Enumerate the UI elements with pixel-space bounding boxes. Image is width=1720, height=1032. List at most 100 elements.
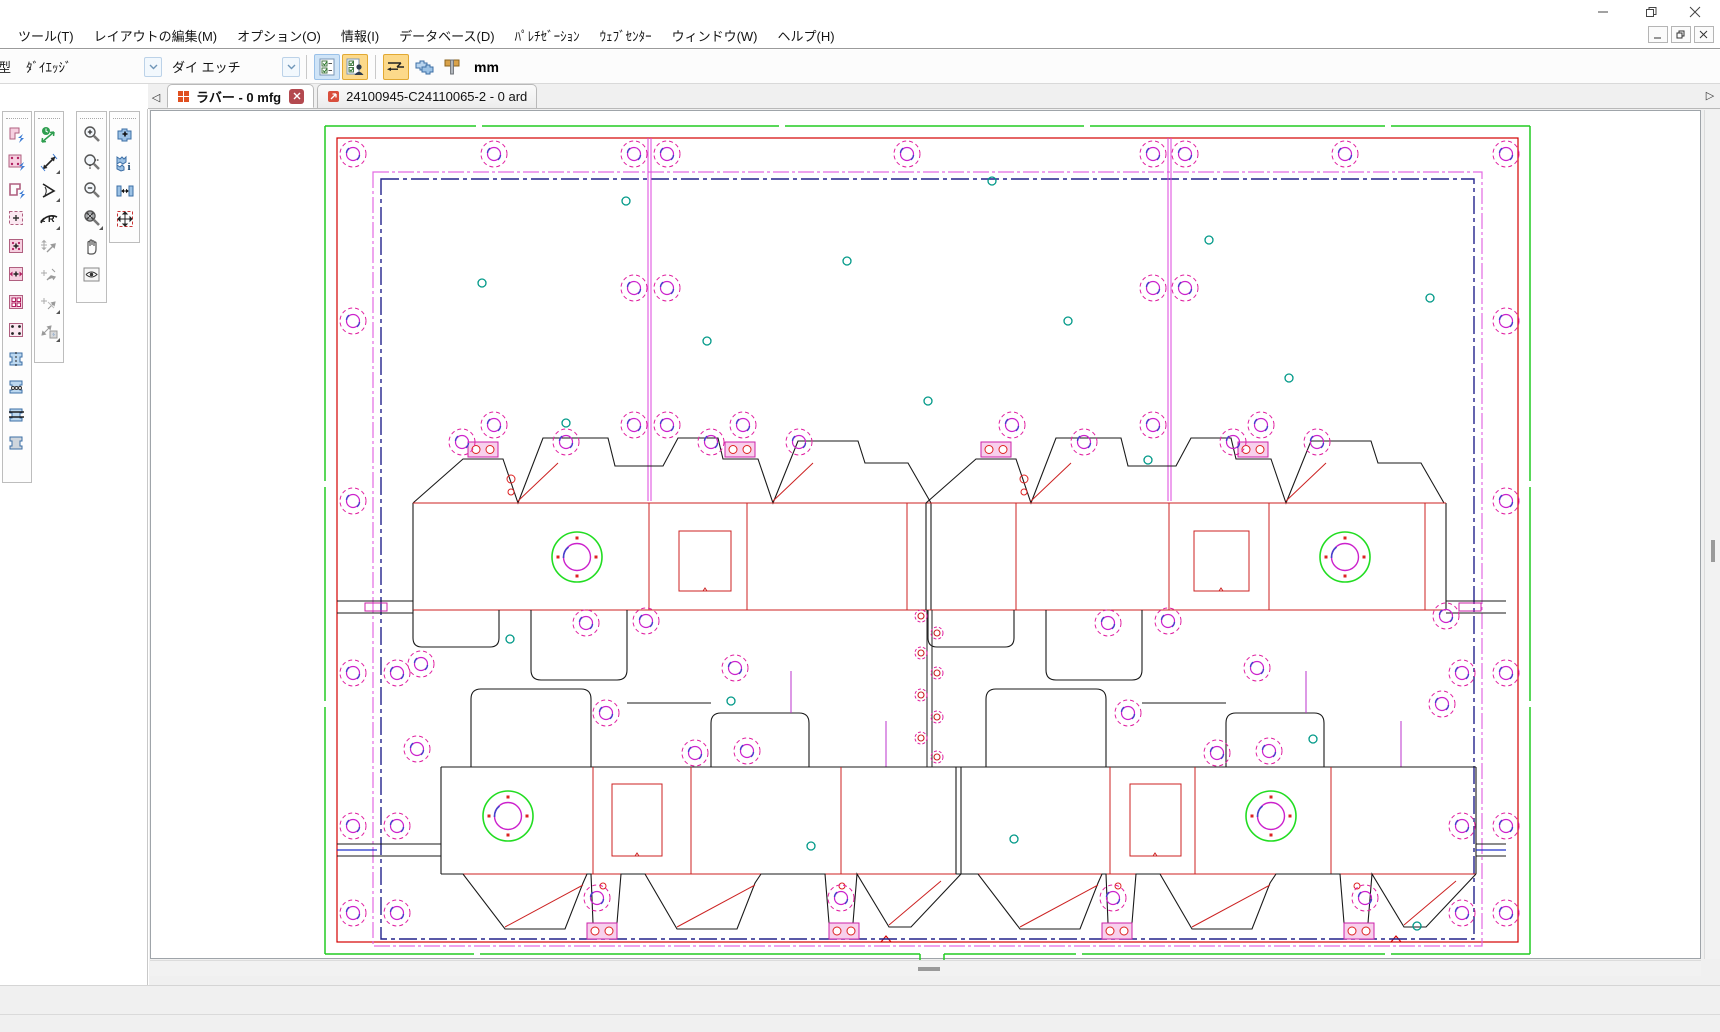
rubber-add-piece-tool[interactable] — [4, 233, 30, 260]
layer-checklist-button[interactable] — [314, 54, 340, 80]
palette-grip[interactable] — [80, 113, 103, 119]
measure-angle-tool[interactable] — [36, 177, 62, 204]
application-window: ツール(T) レイアウトの編集(M) オプション(O) 情報(I) データベース… — [0, 0, 1720, 1032]
move-point-tool[interactable] — [36, 233, 62, 260]
redraw-tool[interactable] — [79, 261, 105, 288]
menu-edit-layout[interactable]: レイアウトの編集(M) — [84, 23, 228, 48]
zoom-options-tool[interactable] — [79, 149, 105, 176]
move-layout-tool[interactable] — [112, 205, 138, 232]
margin-frame-pink — [373, 172, 1482, 946]
measure-tools-palette: R — [34, 111, 64, 363]
horizontal-scroll-strip[interactable] — [150, 960, 1701, 976]
clipped-label: 型 — [0, 57, 12, 76]
restore-icon — [1645, 6, 1657, 18]
counter-direction-button[interactable] — [383, 54, 409, 80]
window-close-button[interactable] — [1678, 2, 1712, 21]
rubber-tile-tool[interactable] — [4, 289, 30, 316]
layout-tools-palette: i — [109, 111, 140, 243]
die-board-outline — [337, 138, 1518, 942]
menu-database[interactable]: データベース(D) — [389, 23, 504, 48]
toolbar-separator — [306, 55, 307, 79]
flyout-corner — [56, 198, 60, 202]
split-lines-icon — [7, 405, 27, 425]
menu-palletization[interactable]: ﾊﾟﾚﾁｾﾞｰｼｮﾝ — [505, 23, 590, 48]
rubber-plain-piece-tool[interactable] — [4, 429, 30, 456]
close-icon — [1699, 30, 1709, 40]
palette-grip[interactable] — [38, 113, 60, 119]
menu-webcenter[interactable]: ｳｪﾌﾞｾﾝﾀｰ — [590, 23, 662, 48]
board-pin-button[interactable] — [439, 54, 465, 80]
design-info-tool[interactable]: i — [112, 149, 138, 176]
rubber-auto-icon — [7, 125, 27, 145]
add-piece-icon — [7, 237, 27, 257]
document-tab-bar: ◁ ラバー - 0 mfg 24100945-C24110065-2 - 0 a… — [148, 84, 1720, 109]
tab-label: 24100945-C24110065-2 - 0 ard — [346, 89, 527, 104]
vertical-scroll-handle[interactable] — [1711, 540, 1715, 562]
rubber-select-region-tool[interactable] — [4, 205, 30, 232]
rubber-bridge-line-tool[interactable] — [4, 345, 30, 372]
measure-clock-tool[interactable] — [36, 121, 62, 148]
die-etch-combo-value: ダイ エッチ — [172, 57, 241, 76]
checklist-icon — [318, 58, 336, 76]
palette-grip[interactable] — [113, 113, 136, 119]
eye-icon — [82, 265, 102, 285]
tab-close-button[interactable] — [289, 89, 304, 104]
die-layout-drawing — [151, 111, 1702, 960]
horizontal-scroll-handle[interactable] — [918, 967, 940, 971]
window-minimize-button[interactable] — [1586, 2, 1620, 21]
rubber-split-lines-tool[interactable] — [4, 401, 30, 428]
move-point-slash-tool[interactable] — [36, 289, 62, 316]
margin-frame-navy — [381, 179, 1474, 939]
zoom-in-tool[interactable] — [79, 121, 105, 148]
rubber-outline-tool[interactable] — [4, 177, 30, 204]
rubber-holes-tool[interactable] — [4, 373, 30, 400]
toolbar-separator — [375, 55, 376, 79]
measure-radius-tool[interactable]: R — [36, 205, 62, 232]
die-edge-combo[interactable]: ﾀﾞｲｴｯｼﾞ — [26, 57, 162, 77]
menu-info[interactable]: 情報(I) — [331, 23, 389, 48]
view-tools-palette — [76, 111, 107, 303]
vertical-scroll-strip[interactable] — [1704, 110, 1720, 959]
dashed-region-icon — [7, 209, 27, 229]
rubber-corner-points-tool[interactable] — [4, 317, 30, 344]
menu-options[interactable]: オプション(O) — [227, 23, 331, 48]
rubber-tools-palette — [2, 111, 32, 483]
property-toolbar: 型 ﾀﾞｲｴｯｼﾞ ダイ エッチ — [0, 50, 1720, 84]
zoom-extents-tool[interactable] — [79, 205, 105, 232]
design-gap-tool[interactable] — [112, 177, 138, 204]
mdi-restore-button[interactable] — [1671, 26, 1691, 43]
nested-shapes-icon — [414, 59, 434, 75]
chevron-down-icon[interactable] — [144, 57, 162, 77]
layer-checklist-user-button[interactable] — [342, 54, 368, 80]
window-restore-button[interactable] — [1634, 2, 1668, 21]
carton-blank-top-right — [926, 438, 1446, 610]
move-point-flash-tool[interactable] — [36, 317, 62, 344]
mdi-close-button[interactable] — [1694, 26, 1714, 43]
menu-help[interactable]: ヘルプ(H) — [768, 23, 845, 48]
drawing-canvas[interactable] — [150, 110, 1701, 959]
move-point-bend-tool[interactable] — [36, 261, 62, 288]
tab-scroll-right-button[interactable]: ▷ — [1702, 84, 1718, 106]
tab-scroll-left-button[interactable]: ◁ — [148, 86, 164, 108]
tab-ard-design[interactable]: 24100945-C24110065-2 - 0 ard — [317, 84, 537, 108]
menu-tools[interactable]: ツール(T) — [8, 23, 84, 48]
rubber-area-tool[interactable] — [4, 149, 30, 176]
holes-icon — [7, 377, 27, 397]
tab-rubber-mfg[interactable]: ラバー - 0 mfg — [167, 84, 314, 108]
chevron-down-icon[interactable] — [282, 57, 300, 77]
die-etch-combo[interactable]: ダイ エッチ — [172, 57, 300, 77]
document-area — [149, 109, 1720, 985]
nested-layout-button[interactable] — [411, 54, 437, 80]
flyout-corner — [99, 226, 103, 230]
pan-tool[interactable] — [79, 233, 105, 260]
rubber-shrink-piece-tool[interactable] — [4, 261, 30, 288]
add-design-tool[interactable] — [112, 121, 138, 148]
bridge-line-icon — [7, 349, 27, 369]
design-info-icon: i — [115, 153, 135, 173]
measure-distance-tool[interactable] — [36, 149, 62, 176]
zoom-out-tool[interactable] — [79, 177, 105, 204]
menu-window[interactable]: ウィンドウ(W) — [662, 23, 768, 48]
mdi-minimize-button[interactable] — [1648, 26, 1668, 43]
rubber-auto-tool[interactable] — [4, 121, 30, 148]
palette-grip[interactable] — [6, 113, 28, 119]
